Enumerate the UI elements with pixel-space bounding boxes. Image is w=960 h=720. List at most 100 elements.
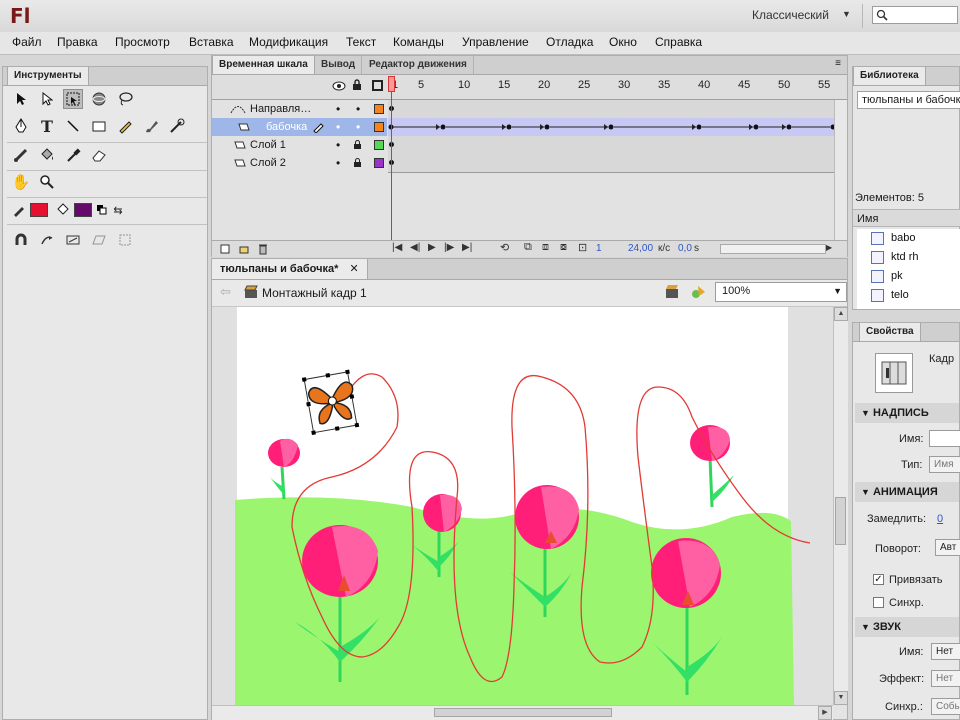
label-type-select[interactable]: Имя (929, 456, 960, 473)
lock-icon[interactable] (352, 79, 362, 91)
bone-tool-icon[interactable] (11, 145, 31, 165)
selection-tool-icon[interactable] (11, 89, 31, 109)
edit-scene-icon[interactable] (664, 284, 682, 300)
scroll-thumb[interactable] (434, 708, 612, 717)
visibility-dot[interactable]: • (336, 136, 340, 154)
workspace-switcher[interactable]: Классический (752, 8, 829, 22)
tab-document[interactable]: тюльпаны и бабочка* ✕ (212, 259, 368, 279)
snap-magnet-icon[interactable] (11, 230, 31, 250)
stage-artwork[interactable] (212, 307, 833, 705)
zoom-select[interactable]: 100% ▼ (715, 282, 847, 302)
menu-modify[interactable]: Модификация (249, 35, 328, 49)
smooth-icon[interactable] (37, 230, 57, 250)
delete-layer-icon[interactable] (258, 243, 268, 255)
chevron-down-icon[interactable]: ▼ (833, 286, 842, 296)
black-white-icon[interactable] (95, 200, 109, 220)
onion-skin-icon[interactable]: ⧉ (524, 241, 532, 254)
lock-dot[interactable]: • (356, 100, 360, 118)
layer-color-swatch[interactable] (374, 140, 384, 150)
menu-edit[interactable]: Правка (57, 35, 98, 49)
close-icon[interactable]: ✕ (349, 263, 358, 275)
tab-properties[interactable]: Свойства (859, 323, 921, 341)
brush-tool-icon[interactable] (141, 116, 161, 136)
panel-menu-icon[interactable]: ≡ (835, 58, 841, 69)
tab-output[interactable]: Вывод (315, 56, 363, 74)
sound-name-select[interactable]: Нет (931, 643, 960, 660)
back-arrow-icon[interactable]: ⇦ (220, 284, 231, 300)
eye-icon[interactable] (332, 81, 346, 91)
pen-tool-icon[interactable] (11, 116, 31, 136)
frame-row-guide[interactable] (388, 100, 834, 119)
sound-sync-select[interactable]: Событ (931, 698, 960, 715)
deco-tool-icon[interactable] (167, 116, 187, 136)
layer-row-guide[interactable]: Направля… • • (212, 100, 387, 118)
hand-tool-icon[interactable]: ✋ (11, 172, 31, 192)
edit-symbols-icon[interactable] (690, 284, 708, 300)
help-search-input[interactable] (872, 6, 958, 24)
lock-icon[interactable] (353, 140, 362, 150)
layer-color-swatch[interactable] (374, 122, 384, 132)
fill-color-swatch[interactable] (74, 203, 92, 217)
menu-control[interactable]: Управление (462, 35, 529, 49)
step-forward-icon[interactable]: |▶ (444, 242, 454, 253)
library-item[interactable]: babo (871, 231, 960, 247)
frame-name-input[interactable] (929, 430, 960, 447)
last-frame-icon[interactable]: ▶| (462, 242, 472, 253)
scroll-down-icon[interactable]: ▼ (834, 691, 848, 705)
frame-row-layer2[interactable] (388, 154, 834, 173)
paint-bucket-tool-icon[interactable] (37, 145, 57, 165)
library-document-select[interactable]: тюльпаны и бабочк (857, 91, 960, 109)
timeline-horizontal-scrollbar[interactable] (720, 244, 826, 254)
menu-file[interactable]: Файл (12, 35, 42, 49)
straighten-icon[interactable] (63, 230, 83, 250)
first-frame-icon[interactable]: |◀ (392, 242, 402, 253)
visibility-dot[interactable]: • (336, 100, 340, 118)
loop-icon[interactable]: ⟲ (500, 241, 509, 254)
frame-row-butterfly[interactable] (388, 118, 834, 137)
edit-multiple-frames-icon[interactable]: ⧇ (560, 241, 567, 254)
section-label[interactable]: ▼ НАДПИСЬ (855, 403, 959, 423)
section-sound[interactable]: ▼ ЗВУК (855, 617, 959, 637)
current-frame-value[interactable]: 1 (596, 243, 602, 254)
scroll-right-icon[interactable]: ▶ (826, 243, 832, 252)
scroll-up-icon[interactable]: ▲ (834, 307, 848, 321)
rotate-select[interactable]: Авт (935, 539, 960, 556)
elapsed-time-value[interactable]: 0,0 (678, 243, 692, 254)
visibility-dot[interactable]: • (336, 118, 340, 136)
tab-motion-editor[interactable]: Редактор движения (363, 56, 474, 74)
tab-library[interactable]: Библиотека (853, 67, 926, 85)
zoom-tool-icon[interactable] (37, 172, 57, 192)
sync-checkbox[interactable] (873, 597, 884, 608)
tab-tools[interactable]: Инструменты (7, 67, 89, 85)
layer-row-butterfly[interactable]: бабочка • • (212, 118, 387, 136)
timeline-vertical-scrollbar[interactable] (834, 100, 847, 240)
library-item[interactable]: ktd rh (871, 250, 960, 266)
frame-row-layer1[interactable] (388, 136, 834, 155)
stroke-color-swatch[interactable] (30, 203, 48, 217)
swap-colors-icon[interactable]: ⇆ (111, 200, 125, 220)
frame-ruler[interactable]: 1 5 10 15 20 25 30 35 40 45 50 55 (388, 75, 834, 99)
playhead-marker[interactable] (388, 76, 395, 92)
stage-horizontal-scrollbar[interactable]: ▶ (212, 705, 833, 720)
motion-tween-span[interactable] (388, 118, 834, 136)
snap-checkbox[interactable]: ✓ (873, 574, 884, 585)
scroll-right-icon[interactable]: ▶ (818, 706, 832, 720)
new-layer-icon[interactable] (220, 244, 230, 254)
menu-text[interactable]: Текст (346, 35, 376, 49)
stage-vertical-scrollbar[interactable]: ▲ ▼ (833, 307, 848, 705)
lock-dot[interactable]: • (356, 118, 360, 136)
rectangle-tool-icon[interactable] (89, 116, 109, 136)
free-transform-tool-icon[interactable] (63, 89, 83, 109)
outline-icon[interactable] (372, 80, 383, 91)
layer-color-swatch[interactable] (374, 104, 384, 114)
onion-outline-icon[interactable]: ⧈ (542, 241, 549, 254)
ease-value[interactable]: 0 (937, 513, 943, 525)
eraser-tool-icon[interactable] (89, 145, 109, 165)
pencil-tool-icon[interactable] (115, 116, 135, 136)
lasso-tool-icon[interactable] (115, 89, 135, 109)
step-back-icon[interactable]: ◀| (410, 242, 420, 253)
play-icon[interactable]: ▶ (428, 242, 436, 253)
fps-value[interactable]: 24,00 (628, 243, 653, 254)
new-folder-icon[interactable] (239, 244, 249, 254)
menu-help[interactable]: Справка (655, 35, 702, 49)
